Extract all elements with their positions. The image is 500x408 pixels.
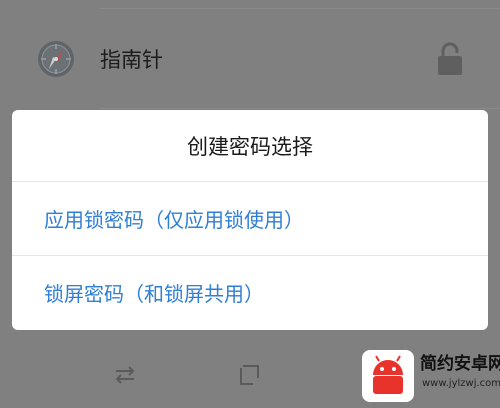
list-divider xyxy=(100,8,500,9)
watermark-url: www.jylzwj.com xyxy=(422,378,500,389)
compass-icon xyxy=(38,41,74,77)
list-divider xyxy=(100,108,500,109)
app-name: 指南针 xyxy=(100,48,163,72)
lock-open-icon[interactable] xyxy=(436,42,464,76)
swap-icon[interactable] xyxy=(112,362,138,388)
android-logo-icon xyxy=(362,350,414,402)
app-list-item-compass[interactable]: 指南针 xyxy=(0,22,500,98)
dialog-title: 创建密码选择 xyxy=(187,135,313,159)
square-icon[interactable] xyxy=(237,362,263,388)
watermark-title: 简约安卓网 xyxy=(420,354,500,374)
site-watermark: 简约安卓网 www.jylzwj.com xyxy=(360,348,500,404)
screen-lock-password-option[interactable]: 锁屏密码（和锁屏共用） xyxy=(12,256,488,329)
app-lock-password-option[interactable]: 应用锁密码（仅应用锁使用） xyxy=(12,182,488,255)
create-password-dialog: 创建密码选择 应用锁密码（仅应用锁使用） 锁屏密码（和锁屏共用） xyxy=(12,110,488,330)
